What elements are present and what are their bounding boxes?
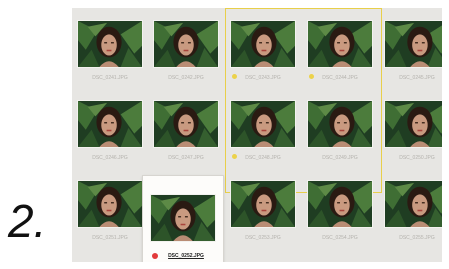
thumbnail-filename: DSC_0245.JPG	[399, 75, 435, 81]
thumbnail-image[interactable]	[384, 20, 442, 68]
photo-thumbnail[interactable]: DSC_0251.JPG	[77, 180, 143, 252]
thumbnail-filename: DSC_0250.JPG	[399, 155, 435, 161]
thumbnail-image[interactable]	[77, 100, 143, 148]
thumbnail-filename: DSC_0255.JPG	[399, 235, 435, 241]
thumbnail-image[interactable]	[307, 100, 373, 148]
thumbnail-filename: DSC_0253.JPG	[245, 235, 281, 241]
photo-thumbnail[interactable]: DSC_0246.JPG	[77, 100, 143, 172]
photo-thumbnail[interactable]: DSC_0241.JPG	[77, 20, 143, 92]
thumbnail-filename: DSC_0244.JPG	[322, 75, 358, 81]
thumbnail-image[interactable]	[384, 180, 442, 228]
photo-thumbnail[interactable]: DSC_0244.JPG	[307, 20, 373, 92]
photo-thumbnail[interactable]: DSC_0250.JPG	[384, 100, 442, 172]
thumbnail-filename: DSC_0248.JPG	[245, 155, 281, 161]
pick-flag-icon[interactable]	[232, 154, 237, 159]
thumbnail-image[interactable]	[153, 100, 219, 148]
selection-outline-top	[225, 8, 381, 9]
photo-thumbnail[interactable]: DSC_0243.JPG	[230, 20, 296, 92]
thumbnail-filename: DSC_0241.JPG	[92, 75, 128, 81]
reject-flag-icon[interactable]	[152, 253, 158, 259]
photo-thumbnail[interactable]: DSC_0242.JPG	[153, 20, 219, 92]
photo-thumbnail[interactable]: DSC_0248.JPG	[230, 100, 296, 172]
thumbnail-filename: DSC_0251.JPG	[92, 235, 128, 241]
thumbnail-image[interactable]	[230, 180, 296, 228]
thumbnail-image[interactable]	[153, 20, 219, 68]
thumbnail-filename: DSC_0247.JPG	[168, 155, 204, 161]
photo-thumbnail[interactable]: DSC_0254.JPG	[307, 180, 373, 252]
photo-thumbnail[interactable]: DSC_0247.JPG	[153, 100, 219, 172]
thumbnail-filename: DSC_0243.JPG	[245, 75, 281, 81]
thumbnail-image[interactable]	[384, 100, 442, 148]
thumbnail-image[interactable]	[77, 180, 143, 228]
step-number: 2.	[8, 195, 47, 247]
thumbnail-image[interactable]	[307, 180, 373, 228]
pick-flag-icon[interactable]	[232, 74, 237, 79]
thumbnail-filename: DSC_0254.JPG	[322, 235, 358, 241]
thumbnail-image[interactable]	[307, 20, 373, 68]
photo-thumbnail[interactable]: DSC_0249.JPG	[307, 100, 373, 172]
selection-outline-left	[225, 8, 226, 193]
photo-thumbnail[interactable]: DSC_0253.JPG	[230, 180, 296, 252]
thumbnail-filename: DSC_0246.JPG	[92, 155, 128, 161]
thumbnail-image[interactable]	[77, 20, 143, 68]
photo-thumbnail[interactable]: DSC_0245.JPG	[384, 20, 442, 92]
selection-outline-right	[381, 8, 382, 193]
selected-thumbnail-image[interactable]	[150, 194, 216, 242]
photo-thumbnail[interactable]: DSC_0255.JPG	[384, 180, 442, 252]
photo-grid-panel: DSC_0241.JPG DSC_0242.JPG DSC_0243.JPG DSC_…	[72, 8, 442, 262]
selected-photo-card[interactable]: DSC_0252.JPG	[143, 176, 223, 262]
thumbnail-filename: DSC_0242.JPG	[168, 75, 204, 81]
pick-flag-icon[interactable]	[309, 74, 314, 79]
selected-thumbnail-filename: DSC_0252.JPG	[168, 253, 204, 259]
thumbnail-filename: DSC_0249.JPG	[322, 155, 358, 161]
thumbnail-image[interactable]	[230, 100, 296, 148]
thumbnail-image[interactable]	[230, 20, 296, 68]
